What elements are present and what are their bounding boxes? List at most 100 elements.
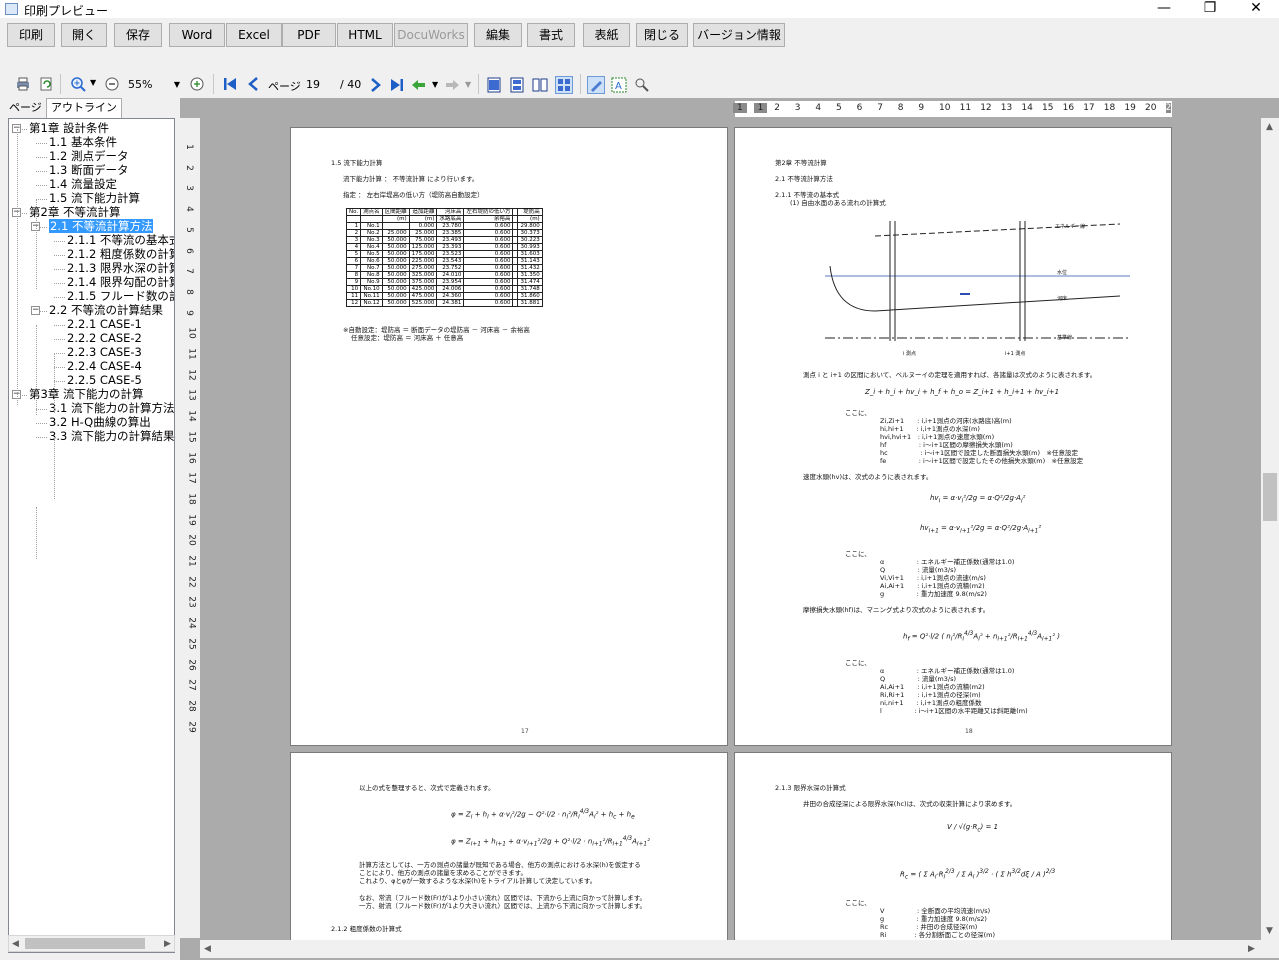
outline-node[interactable]: 3.3 流下能力の計算結果 (49, 430, 174, 444)
print-setup-icon[interactable] (15, 76, 31, 92)
p20-eq1: V / √(g·Rc) = 1 (947, 823, 999, 834)
zoom-out-icon[interactable] (104, 76, 120, 92)
refresh-icon[interactable] (38, 76, 54, 92)
table-cell: 50.000 (381, 250, 410, 258)
outline-node[interactable]: 2.1.1 不等流の基本式 (67, 234, 174, 248)
outline-node[interactable]: 2.2.3 CASE-3 (67, 346, 142, 360)
definition-line: g : 重力加速度 9.8(m/s2) (880, 590, 987, 598)
p19-para2: 計算方法としては、一方の測点の諸量が既知である場合、他方の測点における水深(h)… (359, 861, 641, 869)
previous-page-icon[interactable] (246, 76, 262, 92)
zoom-dropdown-arrow[interactable]: ▼ (90, 78, 96, 87)
outline-node[interactable]: 2.1 不等流計算方法 (49, 219, 154, 234)
print-button[interactable]: 印刷 (7, 23, 55, 47)
outline-node-label: 2.2.4 CASE-4 (67, 359, 142, 373)
outline-node[interactable]: 1.1 基本条件 (49, 136, 117, 150)
outline-node[interactable]: 2.2 不等流の計算結果 (49, 304, 163, 318)
excel-button[interactable]: Excel (226, 23, 282, 47)
outline-node[interactable]: 2.1.2 粗度係数の計算 (67, 248, 174, 262)
table-cell: 0.600 (463, 243, 514, 251)
back-dropdown-arrow[interactable]: ▼ (432, 80, 438, 89)
edit-button[interactable]: 編集 (474, 23, 522, 47)
ruler-tick-label: 29 (186, 720, 197, 733)
multi-page-icon[interactable] (555, 76, 573, 94)
table-cell: No.11 (360, 292, 383, 300)
open-button[interactable]: 開く (61, 23, 107, 47)
outline-node[interactable]: 3.2 H-Q曲線の算出 (49, 416, 151, 430)
vertical-scroll-thumb[interactable] (1263, 473, 1277, 521)
table-cell: 0.600 (463, 285, 514, 293)
next-page-icon[interactable] (367, 77, 383, 93)
forward-icon[interactable] (444, 77, 460, 93)
version-info-button[interactable]: バージョン情報 (693, 23, 785, 47)
outline-node[interactable]: 2.2.5 CASE-5 (67, 374, 142, 388)
hand-tool-icon[interactable] (587, 76, 605, 94)
table-cell: 23.493 (436, 236, 465, 244)
outline-expander-icon[interactable]: − (31, 306, 40, 315)
close-preview-button[interactable]: 閉じる (636, 23, 688, 47)
pdf-button[interactable]: PDF (282, 23, 336, 47)
zoom-plus-icon[interactable] (189, 76, 205, 92)
outline-node[interactable]: 第1章 設計条件 (29, 122, 109, 136)
p18-page-number: 18 (965, 728, 973, 735)
table-cell: 31.748 (517, 285, 543, 293)
horizontal-scrollbar[interactable]: ◀ ▶ (200, 940, 1261, 958)
ruler-tick-label: 3 (794, 103, 801, 113)
first-page-icon[interactable] (222, 76, 238, 92)
zoom-in-icon[interactable] (70, 76, 86, 92)
last-page-icon[interactable] (389, 77, 405, 93)
zoom-select[interactable]: 55% ▼ (125, 75, 183, 95)
table-cell: 1 (345, 222, 362, 230)
text-select-icon[interactable]: A (611, 77, 627, 93)
outline-node[interactable]: 2.1.5 フルード数の計算 (67, 290, 174, 304)
window-title: 印刷プレビュー (24, 4, 109, 18)
save-button[interactable]: 保存 (114, 23, 162, 47)
continuous-page-icon[interactable] (509, 77, 525, 93)
maximize-button[interactable]: ❐ (1187, 0, 1233, 18)
diagram-label-energy: エネルギー線 (1055, 224, 1086, 230)
cover-button[interactable]: 表紙 (583, 23, 630, 47)
table-cell: No.8 (360, 271, 383, 279)
table-cell: 50.000 (381, 278, 410, 286)
outline-node[interactable]: 3.1 流下能力の計算方法 (49, 402, 174, 416)
back-icon[interactable] (411, 77, 427, 93)
tree-horizontal-scrollbar[interactable]: ◀ ▶ (8, 935, 175, 952)
outline-node[interactable]: 2.2.4 CASE-4 (67, 360, 142, 374)
tab-pages[interactable]: ページ (5, 99, 46, 119)
word-button[interactable]: Word (169, 23, 225, 47)
html-button[interactable]: HTML (337, 23, 393, 47)
outline-node[interactable]: 1.4 流量設定 (49, 178, 117, 192)
outline-node[interactable]: 第2章 不等流計算 (29, 206, 120, 220)
table-cell: 区間距離 (381, 208, 410, 216)
outline-node[interactable]: 2.2.1 CASE-1 (67, 318, 142, 332)
format-button[interactable]: 書式 (527, 23, 575, 47)
single-page-icon[interactable] (486, 77, 502, 93)
zoom-tool-icon[interactable] (634, 77, 650, 93)
outline-node[interactable]: 第3章 流下能力の計算 (29, 388, 143, 402)
p19-para6: 一方、射流（フルード数(Fr)が1より大きい流れ）区間では、上流から下流に向かっ… (359, 902, 647, 910)
outline-node[interactable]: 1.2 測点データ (49, 150, 128, 164)
ruler-tick-label: 10 (186, 327, 197, 340)
table-cell: 225.000 (408, 257, 438, 265)
page-18: 第2章 不等流計算 2.1 不等流計算方法 2.1.1 不等流の基本式 (1) … (735, 128, 1171, 745)
definition-line: Rc : 井田の合成径深(m) (880, 923, 978, 931)
minimize-button[interactable]: — (1141, 0, 1187, 18)
outline-node[interactable]: 2.1.3 限界水深の計算 (67, 262, 174, 276)
vertical-scrollbar[interactable]: ▲ ▼ (1261, 118, 1279, 940)
outline-tree: 第1章 設計条件 − 1.1 基本条件 1.2 測点データ 1.3 断面データ 1.4 流… (8, 118, 175, 953)
close-button[interactable]: ✕ (1233, 0, 1279, 18)
tab-outline[interactable]: アウトライン (46, 98, 122, 118)
ruler-tick-label: 3 (183, 185, 194, 192)
tree-scroll-thumb[interactable] (25, 938, 145, 949)
outline-node[interactable]: 2.1.4 限界勾配の計算 (67, 276, 174, 290)
table-cell: 23.393 (436, 243, 465, 251)
table-cell: 9 (345, 278, 362, 286)
outline-node[interactable]: 1.3 断面データ (49, 164, 128, 178)
page-number-input[interactable]: 19 (303, 75, 333, 95)
ruler-tick-label: 2 (774, 103, 780, 113)
forward-dropdown-arrow[interactable]: ▼ (465, 80, 471, 89)
outline-node[interactable]: 2.2.2 CASE-2 (67, 332, 142, 346)
docuworks-button[interactable]: DocuWorks (394, 23, 468, 47)
page-17: 1.5 流下能力計算 流下能力計算 ： 不等流計算 により行います。 指定 ： … (291, 128, 727, 745)
two-page-icon[interactable] (532, 77, 548, 93)
outline-node[interactable]: 1.5 流下能力計算 (49, 192, 140, 206)
